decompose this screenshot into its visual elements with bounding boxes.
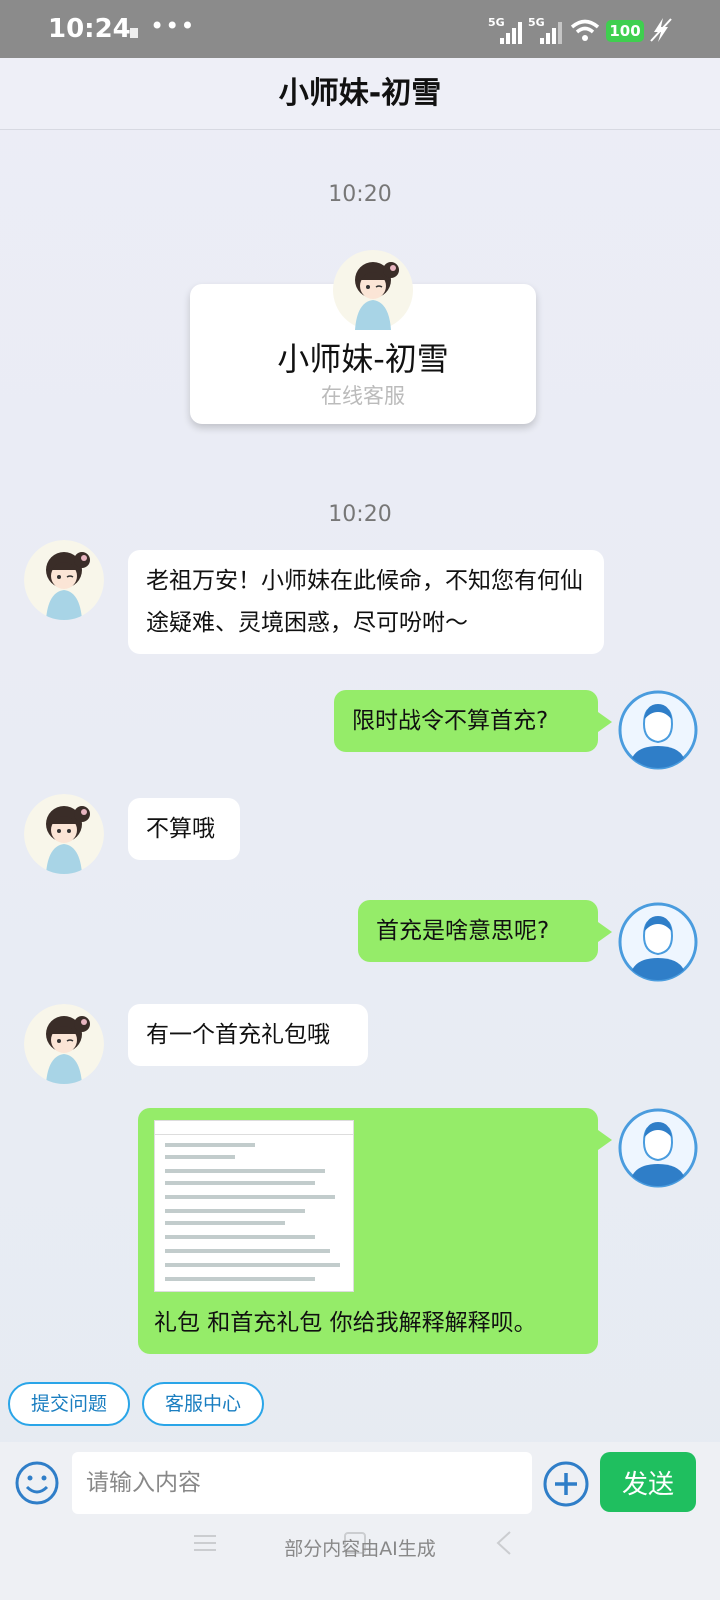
battery-icon: 100 (606, 20, 644, 42)
notification-icon (130, 28, 138, 38)
agent-message[interactable]: 老祖万安！小师妹在此候命，不知您有何仙途疑难、灵境困惑，尽可吩咐～ (128, 550, 604, 654)
submit-issue-button[interactable]: 提交问题 (8, 1382, 130, 1426)
agent-avatar[interactable] (24, 540, 104, 620)
agent-name: 小师妹-初雪 (277, 340, 449, 378)
agent-role: 在线客服 (321, 384, 405, 408)
plus-icon[interactable] (542, 1460, 590, 1508)
more-notifications-icon: ••• (150, 12, 196, 40)
signal-5g-icon-2: 5G (528, 16, 566, 44)
user-avatar[interactable] (618, 902, 698, 982)
page-title: 小师妹-初雪 (278, 76, 442, 111)
wifi-icon (570, 19, 600, 41)
agent-avatar[interactable] (24, 1004, 104, 1084)
timestamp: 10:20 (328, 182, 392, 207)
agent-avatar[interactable] (333, 250, 413, 330)
charging-icon (650, 18, 672, 42)
message-input[interactable] (72, 1452, 532, 1514)
send-button[interactable]: 发送 (600, 1452, 696, 1512)
status-time: 10:24 (48, 14, 131, 44)
chat-header: 小师妹-初雪 (0, 58, 720, 130)
user-image-message[interactable]: 礼包 和首充礼包 你给我解释解释呗。 (138, 1108, 612, 1354)
agent-message[interactable]: 有一个首充礼包哦 (128, 1004, 368, 1066)
agent-avatar[interactable] (24, 794, 104, 874)
user-avatar[interactable] (618, 1108, 698, 1188)
service-center-button[interactable]: 客服中心 (142, 1382, 264, 1426)
status-bar: 10:24 ••• 5G 5G 100 (0, 0, 720, 58)
timestamp: 10:20 (328, 502, 392, 527)
attached-screenshot-thumbnail[interactable] (154, 1120, 354, 1292)
user-message[interactable]: 首充是啥意思呢? (358, 900, 612, 962)
user-avatar[interactable] (618, 690, 698, 770)
signal-5g-icon: 5G (488, 16, 526, 44)
emoji-icon[interactable] (14, 1460, 60, 1506)
ai-disclaimer: 部分内容由AI生成 (284, 1538, 436, 1560)
agent-message[interactable]: 不算哦 (128, 798, 240, 860)
user-message[interactable]: 限时战令不算首充? (334, 690, 612, 752)
image-caption: 礼包 和首充礼包 你给我解释解释呗。 (154, 1310, 537, 1336)
